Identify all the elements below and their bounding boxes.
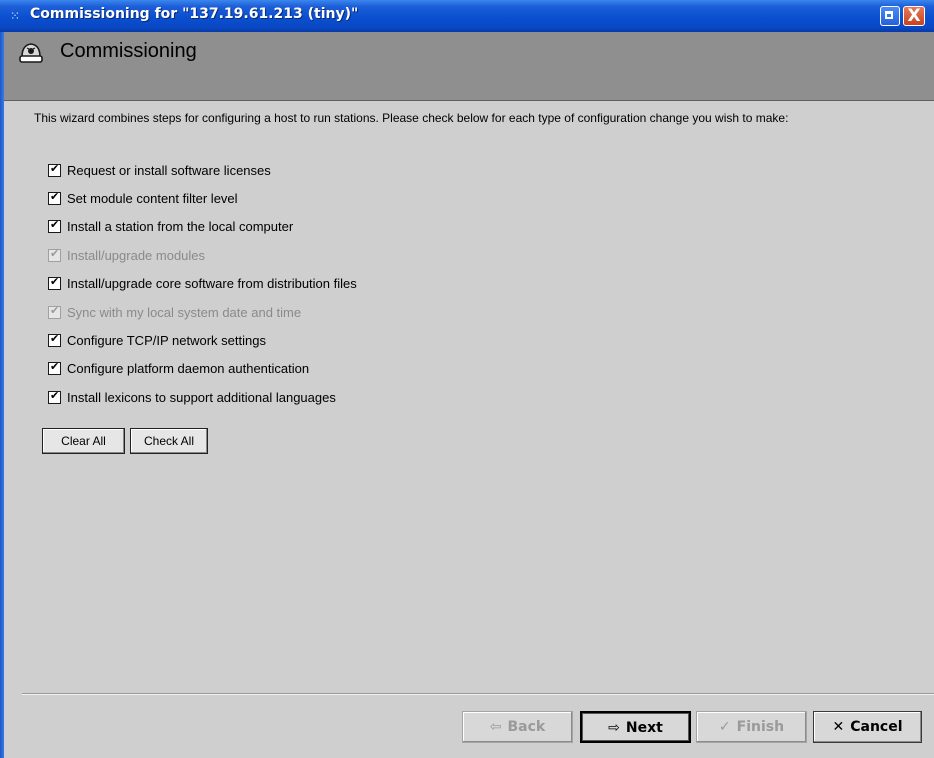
close-button[interactable]: X xyxy=(903,6,925,26)
option-daemon-auth[interactable]: Configure platform daemon authentication xyxy=(48,360,309,378)
title-bar[interactable]: ⁙ Commissioning for "137.19.61.213 (tiny… xyxy=(0,0,934,32)
close-icon: X xyxy=(907,6,921,26)
option-label: Request or install software licenses xyxy=(67,163,271,179)
back-arrow-icon: ⇦ xyxy=(489,719,502,735)
checkbox[interactable] xyxy=(48,360,61,376)
cancel-button[interactable]: ✕ Cancel xyxy=(813,711,922,743)
checkbox[interactable] xyxy=(48,162,61,178)
checkbox[interactable] xyxy=(48,275,61,291)
option-sync-date-time: Sync with my local system date and time xyxy=(48,304,301,322)
finish-label: Finish xyxy=(736,719,785,735)
option-install-station[interactable]: Install a station from the local compute… xyxy=(48,218,293,236)
option-tcpip-settings[interactable]: Configure TCP/IP network settings xyxy=(48,332,266,350)
checkbox[interactable] xyxy=(48,389,61,405)
checkbox[interactable] xyxy=(48,332,61,348)
wizard-title: Commissioning xyxy=(60,40,197,62)
wizard-content: This wizard combines steps for configuri… xyxy=(4,100,934,694)
next-arrow-icon: ⇨ xyxy=(608,720,620,736)
window-title: Commissioning for "137.19.61.213 (tiny)" xyxy=(30,6,359,22)
restore-icon xyxy=(885,11,893,19)
next-label: Next xyxy=(625,720,663,736)
button-bar-divider-highlight xyxy=(22,694,934,695)
check-all-button[interactable]: Check All xyxy=(130,428,208,454)
wizard-header: Commissioning xyxy=(4,32,934,101)
option-label: Set module content filter level xyxy=(67,191,238,207)
option-label: Install a station from the local compute… xyxy=(67,219,294,235)
cancel-x-icon: ✕ xyxy=(832,719,845,735)
option-install-modules: Install/upgrade modules xyxy=(48,247,205,265)
option-label: Install/upgrade core software from distr… xyxy=(67,276,357,292)
option-label: Install/upgrade modules xyxy=(67,248,206,264)
back-label: Back xyxy=(507,719,546,735)
checkbox[interactable] xyxy=(48,218,61,234)
app-dots-icon: ⁙ xyxy=(9,9,21,23)
option-label: Sync with my local system date and time xyxy=(67,305,302,321)
restore-button[interactable] xyxy=(880,6,900,26)
option-label: Configure TCP/IP network settings xyxy=(67,333,266,349)
finish-check-icon: ✓ xyxy=(718,719,731,735)
back-button[interactable]: ⇦ Back xyxy=(462,711,573,743)
intro-text: This wizard combines steps for configuri… xyxy=(34,111,789,125)
commissioning-wizard-icon xyxy=(19,43,43,63)
clear-all-button[interactable]: Clear All xyxy=(42,428,125,454)
option-request-licenses[interactable]: Request or install software licenses xyxy=(48,162,271,180)
checkbox xyxy=(48,247,61,263)
option-module-filter[interactable]: Set module content filter level xyxy=(48,190,238,208)
finish-button[interactable]: ✓ Finish xyxy=(696,711,807,743)
checkbox xyxy=(48,304,61,320)
cancel-label: Cancel xyxy=(850,719,903,735)
option-label: Install lexicons to support additional l… xyxy=(67,390,336,406)
next-button[interactable]: ⇨ Next xyxy=(580,711,691,743)
checkbox[interactable] xyxy=(48,190,61,206)
option-label: Configure platform daemon authentication xyxy=(67,361,310,377)
commissioning-window: ⁙ Commissioning for "137.19.61.213 (tiny… xyxy=(0,0,934,758)
option-install-core-software[interactable]: Install/upgrade core software from distr… xyxy=(48,275,357,293)
option-install-lexicons[interactable]: Install lexicons to support additional l… xyxy=(48,389,336,407)
